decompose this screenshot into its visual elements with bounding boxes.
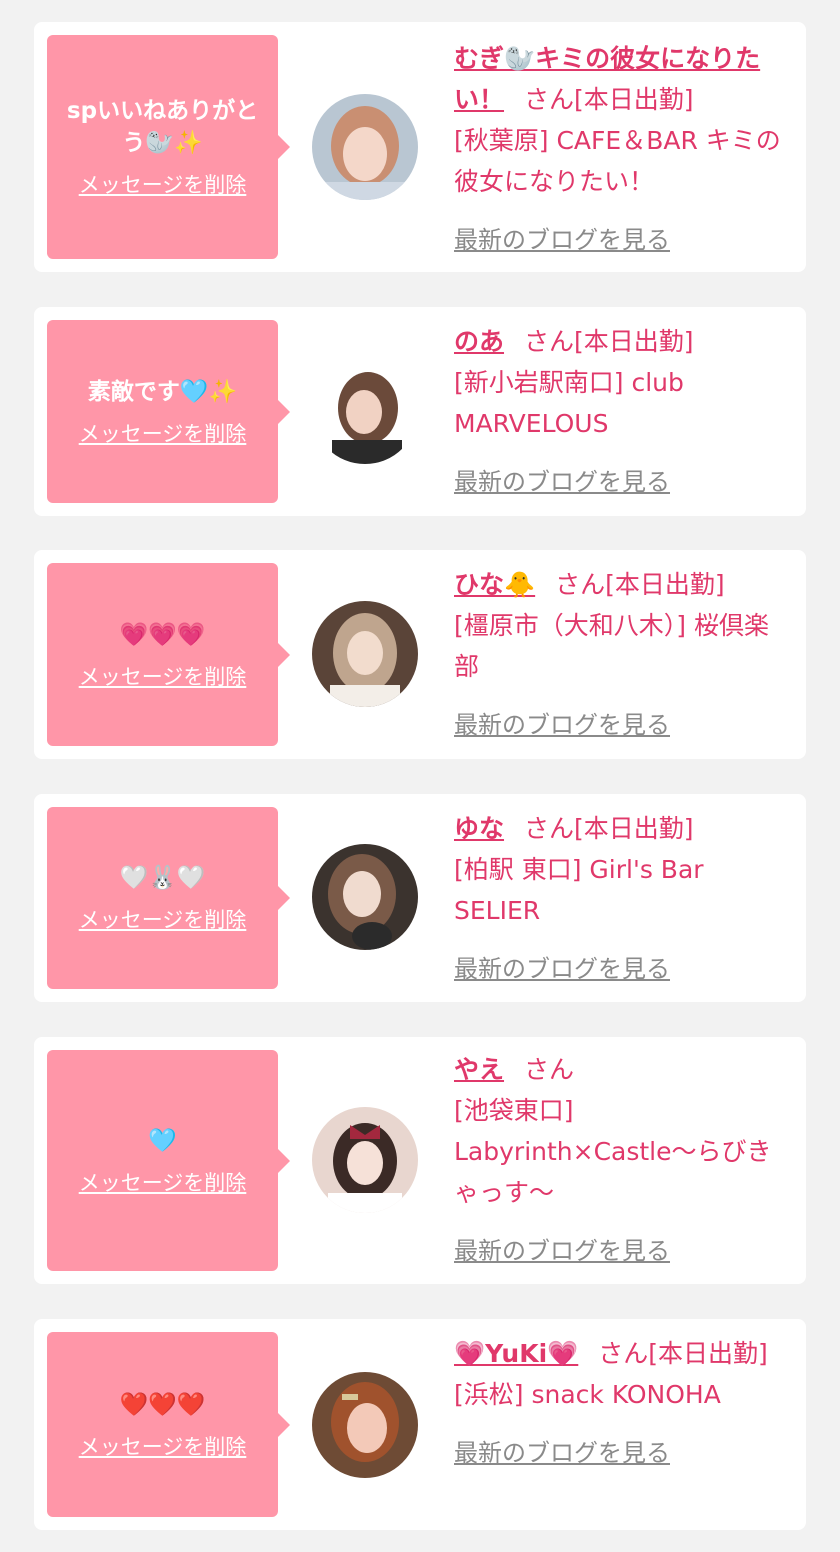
cast-info: ひな🐥 さん[本日出勤] [橿原市（大和八木）] 桜倶楽部 最新のブログを見る: [454, 564, 790, 746]
avatar[interactable]: [312, 94, 418, 200]
cast-name-link[interactable]: やえ: [454, 1055, 504, 1084]
san-label: さん[本日出勤]: [524, 85, 694, 114]
message-text: 💗💗💗: [119, 621, 206, 648]
avatar[interactable]: [312, 601, 418, 707]
delete-message-link[interactable]: メッセージを削除: [79, 169, 247, 199]
shop-name: [浜松] snack KONOHA: [454, 1380, 721, 1409]
shop-name: [新小岩駅南口] club MARVELOUS: [454, 368, 684, 438]
cast-info: むぎ🦭キミの彼女になりたい！ さん[本日出勤] [秋葉原] CAFE＆BAR キミ…: [454, 38, 790, 261]
profile-photo-icon: [312, 1107, 418, 1213]
delete-message-link[interactable]: メッセージを削除: [79, 661, 247, 691]
profile-photo-icon: [312, 358, 418, 464]
delete-message-link[interactable]: メッセージを削除: [79, 1431, 247, 1461]
message-text: 🩵: [148, 1127, 177, 1154]
cast-name-link[interactable]: ひな🐥: [454, 570, 535, 599]
cast-name-link[interactable]: 💗YuKi💗: [454, 1339, 578, 1368]
cast-name-link[interactable]: のあ: [454, 327, 504, 356]
cast-info: やえ さん [池袋東口] Labyrinth×Castle～らびきゃっす～ 最新の…: [454, 1049, 790, 1272]
profile-photo-icon: [312, 94, 418, 200]
latest-blog-link[interactable]: 最新のブログを見る: [454, 1231, 670, 1272]
profile-photo-icon: [312, 844, 418, 950]
delete-message-link[interactable]: メッセージを削除: [79, 1167, 247, 1197]
latest-blog-link[interactable]: 最新のブログを見る: [454, 949, 670, 990]
message-bubble: 🩵 メッセージを削除: [47, 1050, 290, 1271]
like-card: 素敵です🩵✨ メッセージを削除 のあ さん[本日出勤] [新小岩駅南口] club…: [34, 307, 806, 516]
cast-info: ゆな さん[本日出勤] [柏駅 東口] Girl's Bar SELIER 最新の…: [454, 808, 790, 990]
avatar[interactable]: [312, 1107, 418, 1213]
delete-message-link[interactable]: メッセージを削除: [79, 904, 247, 934]
avatar[interactable]: [312, 844, 418, 950]
like-card: 🤍🐰🤍 メッセージを削除 ゆな さん[本日出勤] [柏駅 東口] Girl's B…: [34, 794, 806, 1002]
avatar[interactable]: [312, 358, 418, 464]
delete-message-link[interactable]: メッセージを削除: [79, 418, 247, 448]
like-list: spいいねありがとう🦭✨ メッセージを削除 むぎ🦭キミの彼女になりたい！ さん[本…: [0, 0, 840, 1552]
message-bubble: 🤍🐰🤍 メッセージを削除: [47, 807, 290, 989]
shop-name: [池袋東口] Labyrinth×Castle～らびきゃっす～: [454, 1096, 772, 1207]
san-label: さん[本日出勤]: [524, 814, 694, 843]
message-text: 🤍🐰🤍: [119, 865, 206, 891]
latest-blog-link[interactable]: 最新のブログを見る: [454, 462, 670, 503]
message-bubble: ❤️❤️❤️ メッセージを削除: [47, 1332, 290, 1517]
san-label: さん: [524, 1055, 575, 1084]
cast-name-link[interactable]: ゆな: [454, 814, 504, 843]
san-label: さん[本日出勤]: [555, 570, 725, 599]
cast-info: のあ さん[本日出勤] [新小岩駅南口] club MARVELOUS 最新のブロ…: [454, 321, 790, 503]
profile-photo-icon: [312, 601, 418, 707]
shop-name: [柏駅 東口] Girl's Bar SELIER: [454, 855, 704, 925]
san-label: さん[本日出勤]: [598, 1339, 768, 1368]
avatar[interactable]: [312, 1372, 418, 1478]
message-text: 素敵です🩵✨: [87, 378, 238, 405]
like-card: 💗💗💗 メッセージを削除 ひな🐥 さん[本日出勤] [橿原市（大和八木）] 桜倶楽…: [34, 550, 806, 759]
san-label: さん[本日出勤]: [524, 327, 694, 356]
message-text: ❤️❤️❤️: [119, 1391, 206, 1418]
message-bubble: 素敵です🩵✨ メッセージを削除: [47, 320, 290, 503]
profile-photo-icon: [312, 1372, 418, 1478]
latest-blog-link[interactable]: 最新のブログを見る: [454, 705, 670, 746]
shop-name: [秋葉原] CAFE＆BAR キミの彼女になりたい！: [454, 126, 781, 196]
message-bubble: 💗💗💗 メッセージを削除: [47, 563, 290, 746]
like-card: spいいねありがとう🦭✨ メッセージを削除 むぎ🦭キミの彼女になりたい！ さん[本…: [34, 22, 806, 272]
latest-blog-link[interactable]: 最新のブログを見る: [454, 220, 670, 261]
message-bubble: spいいねありがとう🦭✨ メッセージを削除: [47, 35, 290, 259]
cast-info: 💗YuKi💗 さん[本日出勤] [浜松] snack KONOHA 最新のブログを…: [454, 1333, 790, 1474]
latest-blog-link[interactable]: 最新のブログを見る: [454, 1433, 670, 1474]
like-card: ❤️❤️❤️ メッセージを削除 💗YuKi💗 さん[本日出勤] [浜松] snac…: [34, 1319, 806, 1530]
shop-name: [橿原市（大和八木）] 桜倶楽部: [454, 611, 769, 681]
like-card: 🩵 メッセージを削除 やえ さん [池袋東口] Labyrinth×Castle～…: [34, 1037, 806, 1284]
message-text: spいいねありがとう🦭✨: [66, 98, 259, 156]
